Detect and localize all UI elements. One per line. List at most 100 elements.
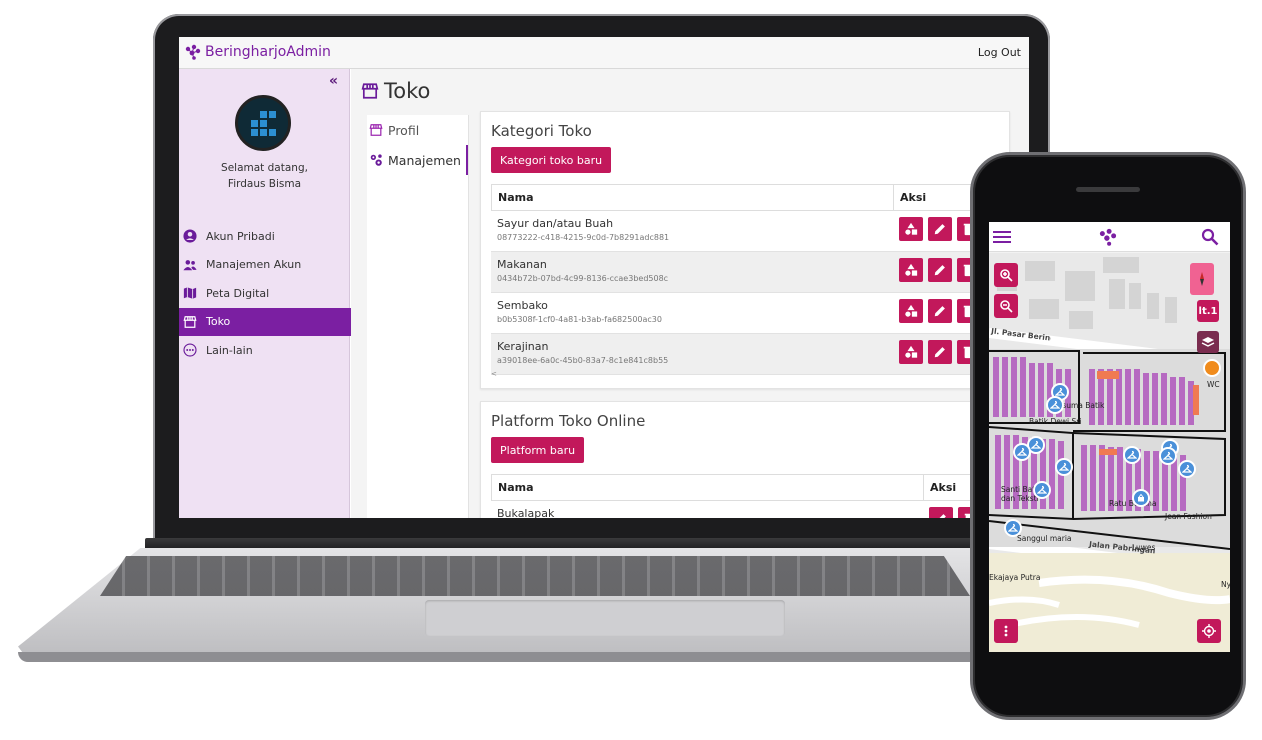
new-kategori-button[interactable]: Kategori toko baru <box>491 147 612 173</box>
phone-screen: Jl. Pasar Beringharjo Jalan Pabringan Ba… <box>989 222 1230 652</box>
row-id: 0434b72b-07bd-4c99-8136-ccae3bed508c <box>497 274 669 283</box>
logo-icon <box>185 44 201 60</box>
compass-button[interactable] <box>1190 263 1214 295</box>
sidebar-item-toko[interactable]: Toko <box>179 307 351 336</box>
shapes-button[interactable] <box>899 299 923 323</box>
compass-icon <box>1200 272 1204 286</box>
horizontal-scroll-indicator[interactable]: < <box>491 370 497 378</box>
sidebar-item-lain-lain[interactable]: Lain-lain <box>179 336 351 365</box>
kategori-toko-card: Kategori Toko Kategori toko baru Nama Ak… <box>480 111 1011 389</box>
zoom-out-button[interactable] <box>994 294 1018 318</box>
sidebar-item-label: Manajemen Akun <box>206 258 302 272</box>
pencil-icon <box>934 224 945 235</box>
tab-profil[interactable]: Profil <box>367 115 468 145</box>
map-label: Jean Fashion <box>1165 512 1212 521</box>
hanger-icon <box>1008 523 1018 532</box>
shop-pin[interactable] <box>1132 489 1150 507</box>
basket-icon <box>1138 493 1144 502</box>
zoom-out-icon <box>1000 300 1013 313</box>
edit-button[interactable] <box>928 340 952 364</box>
map-icon <box>183 287 197 299</box>
hanger-icon <box>1182 464 1192 473</box>
sidebar-item-label: Akun Pribadi <box>206 229 275 243</box>
sidebar-nav: Akun Pribadi Manajemen Akun Peta Digital… <box>179 222 351 365</box>
shop-pin[interactable] <box>1046 396 1064 414</box>
shop-pin[interactable] <box>1055 458 1073 476</box>
shop-pin[interactable] <box>1178 460 1196 478</box>
pencil-icon <box>934 347 945 358</box>
shop-pin[interactable] <box>1033 481 1051 499</box>
map-label: Sanggul maria <box>1017 534 1072 543</box>
sidebar-item-akun-pribadi[interactable]: Akun Pribadi <box>179 222 351 251</box>
table-row: Bukalapak <box>491 501 1011 518</box>
sidebar-item-peta-digital[interactable]: Peta Digital <box>179 279 351 308</box>
edit-button[interactable] <box>929 507 953 518</box>
table-row: Kerajinan a39018ee-6a0c-45b0-83a7-8c1e841… <box>491 334 1011 375</box>
platform-table: Nama Aksi Bukalapak <box>491 474 1011 518</box>
subnav: Profil Manajemen <box>367 115 469 518</box>
phone-speaker <box>1076 187 1140 192</box>
search-icon[interactable] <box>1201 228 1219 246</box>
sidebar-item-label: Lain-lain <box>206 343 253 357</box>
page-title-text: Toko <box>384 79 431 103</box>
brand[interactable]: BeringharjoAdmin <box>185 44 331 60</box>
shop-pin[interactable] <box>1013 443 1031 461</box>
table-row: Sayur dan/atau Buah 08773222-c418-4215-9c… <box>491 211 1011 252</box>
shapes-button[interactable] <box>899 258 923 282</box>
locate-me-button[interactable] <box>1197 619 1221 643</box>
edit-button[interactable] <box>928 258 952 282</box>
tab-label: Manajemen <box>388 152 461 168</box>
column-header-aksi: Aksi <box>900 191 927 204</box>
more-options-button[interactable] <box>994 619 1018 643</box>
hanger-icon <box>1059 462 1069 471</box>
welcome-text: Selamat datang, Firdaus Bisma <box>179 160 350 192</box>
map-label: Ny <box>1221 580 1230 589</box>
card-title: Kategori Toko <box>491 122 592 140</box>
laptop-screen: BeringharjoAdmin Log Out « Selamat datan… <box>179 37 1029 518</box>
table-row: Sembako b0b5308f-1cf0-4a81-b3ab-fa682500a… <box>491 293 1011 334</box>
table-header: Nama Aksi <box>491 474 1011 501</box>
shop-pin[interactable] <box>1004 519 1022 537</box>
shapes-button[interactable] <box>899 340 923 364</box>
pencil-icon <box>934 265 945 276</box>
sidebar: « Selamat datang, Firdaus Bisma Akun Pri… <box>179 69 351 518</box>
layers-icon <box>1201 337 1215 347</box>
row-name: Sayur dan/atau Buah <box>497 217 614 230</box>
hanger-icon <box>1127 450 1137 459</box>
sidebar-item-manajemen-akun[interactable]: Manajemen Akun <box>179 251 351 280</box>
hanger-icon <box>1031 440 1041 449</box>
floor-button[interactable]: lt.1 <box>1197 300 1219 322</box>
users-icon <box>183 259 197 270</box>
laptop-base-edge <box>18 652 1038 662</box>
shapes-button[interactable] <box>899 217 923 241</box>
row-name: Kerajinan <box>497 340 549 353</box>
column-header-nama: Nama <box>492 185 894 210</box>
zoom-in-button[interactable] <box>994 263 1018 287</box>
tab-label: Profil <box>388 122 420 138</box>
pencil-icon <box>934 306 945 317</box>
new-platform-button[interactable]: Platform baru <box>491 437 585 463</box>
shop-pin[interactable] <box>1159 447 1177 465</box>
layers-button[interactable] <box>1197 331 1219 353</box>
menu-icon[interactable] <box>993 229 1011 245</box>
wc-label: WC <box>1207 380 1220 389</box>
table-row: Makanan 0434b72b-07bd-4c99-8136-ccae3bed5… <box>491 252 1011 293</box>
row-id: 08773222-c418-4215-9c0d-7b8291adc881 <box>497 233 670 242</box>
edit-button[interactable] <box>928 217 952 241</box>
welcome-username: Firdaus Bisma <box>227 178 302 190</box>
wc-pin[interactable] <box>1203 359 1221 377</box>
card-title: Platform Toko Online <box>491 412 646 430</box>
map-label: Ekajaya Putra <box>989 573 1041 582</box>
shop-pin[interactable] <box>1123 446 1141 464</box>
top-bar: BeringharjoAdmin Log Out <box>179 37 1029 69</box>
hanger-icon <box>1163 451 1173 460</box>
logout-link[interactable]: Log Out <box>978 46 1021 59</box>
edit-button[interactable] <box>928 299 952 323</box>
store-icon <box>369 124 383 136</box>
row-name: Bukalapak <box>497 507 555 518</box>
map-view[interactable]: Jl. Pasar Beringharjo Jalan Pabringan Ba… <box>989 253 1230 652</box>
tab-manajemen[interactable]: Manajemen <box>367 145 468 175</box>
vertical-dots-icon <box>1004 625 1008 637</box>
double-chevron-left-icon[interactable]: « <box>329 73 338 89</box>
row-name: Makanan <box>497 258 547 271</box>
